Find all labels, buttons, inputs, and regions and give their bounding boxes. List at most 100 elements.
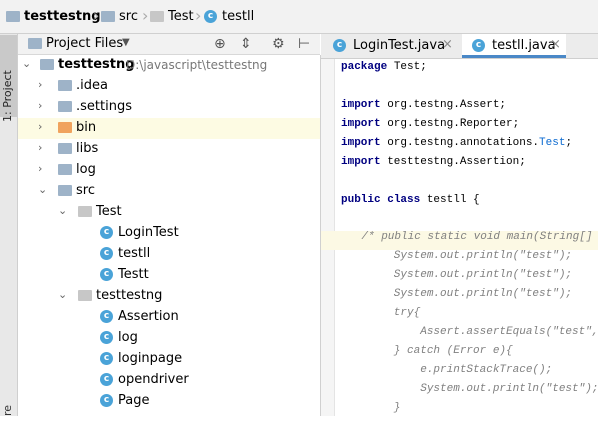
- folder-icon: [58, 164, 72, 175]
- tree-item-label: src: [76, 183, 95, 198]
- folder-icon: [58, 101, 72, 112]
- tree-item-label: Testt: [118, 267, 149, 282]
- chevron-down-icon[interactable]: ⌄: [22, 57, 31, 70]
- code-line: System.out.println("test");: [341, 269, 598, 288]
- code-comment: System.out.println("test");: [341, 269, 573, 281]
- tree-item-label: log: [118, 330, 138, 345]
- chevron-right-icon[interactable]: ›: [38, 78, 42, 91]
- code-line: e.printStackTrace();: [341, 364, 598, 383]
- chevron-down-icon[interactable]: ⌄: [58, 288, 67, 301]
- class-icon: c: [100, 373, 113, 386]
- code-line: public class testll {: [341, 194, 598, 213]
- code-comment: System.out.println("test");: [341, 383, 598, 395]
- tree-item-src[interactable]: ⌄ src: [18, 181, 320, 202]
- code-text: org.testng.annotations.: [380, 137, 540, 149]
- code-line: }: [341, 402, 598, 421]
- chevron-right-icon[interactable]: ›: [38, 99, 42, 112]
- code-text: Test;: [387, 61, 427, 73]
- code-line: System.out.println("test");: [341, 250, 598, 269]
- code-keyword: import: [341, 99, 381, 111]
- code-keyword: package: [341, 61, 388, 73]
- code-line: import testtestng.Assertion;: [341, 156, 598, 175]
- code-line: package Test;: [341, 61, 598, 80]
- chevron-down-icon[interactable]: ⌄: [58, 204, 67, 217]
- chevron-down-icon[interactable]: ⌄: [38, 183, 47, 196]
- editor-tab-bar: c LoginTest.java × c testll.java ×: [321, 34, 598, 59]
- code-editor[interactable]: package Test; import org.testng.Assert; …: [321, 59, 598, 416]
- root-path: D:\javascript\testtestng: [126, 58, 268, 72]
- folder-icon: [58, 143, 72, 154]
- chevron-right-icon[interactable]: ›: [38, 120, 42, 133]
- locate-icon[interactable]: ⊕: [214, 36, 226, 52]
- collapse-all-icon[interactable]: ⇕: [240, 36, 252, 52]
- class-icon: c: [100, 394, 113, 407]
- tree-item-log-class[interactable]: c log: [18, 328, 320, 349]
- tab-logintest[interactable]: c LoginTest.java ×: [321, 34, 461, 58]
- breadcrumb-item-class[interactable]: testll: [222, 9, 254, 24]
- tool-window-stripe: 1: Project re: [0, 34, 18, 416]
- project-tool-label[interactable]: 1: Project: [1, 70, 14, 122]
- excluded-folder-icon: [58, 122, 72, 133]
- tree-item-label: .settings: [76, 99, 132, 114]
- tree-root[interactable]: ⌄ testtestng D:\javascript\testtestng: [18, 55, 320, 76]
- class-icon: c: [100, 352, 113, 365]
- class-icon: c: [100, 247, 113, 260]
- class-icon: c: [100, 310, 113, 323]
- chevron-right-icon: ›: [93, 6, 100, 25]
- root-name: testtestng: [58, 57, 135, 72]
- code-line: try{: [341, 307, 598, 326]
- code-line-current: /* public static void main(String[] args: [321, 231, 598, 250]
- code-text: testll {: [420, 194, 480, 206]
- tree-item-settings[interactable]: › .settings: [18, 97, 320, 118]
- code-comment: try{: [341, 307, 421, 319]
- code-text: testtestng.Assertion;: [380, 156, 526, 168]
- tree-item-loginpage[interactable]: c loginpage: [18, 349, 320, 370]
- chevron-right-icon[interactable]: ›: [38, 162, 42, 175]
- breadcrumb-item-src[interactable]: src: [119, 9, 138, 24]
- tree-item-libs[interactable]: › libs: [18, 139, 320, 160]
- tree-item-log-folder[interactable]: › log: [18, 160, 320, 181]
- tree-item-label: loginpage: [118, 351, 183, 366]
- code-keyword: public: [341, 194, 381, 206]
- code-text: org.testng.Reporter;: [380, 118, 520, 130]
- breadcrumb-item-project[interactable]: testtestng: [24, 9, 101, 24]
- tree-item-testt[interactable]: c Testt: [18, 265, 320, 286]
- tree-item-testll[interactable]: c testll: [18, 244, 320, 265]
- code-comment: }: [341, 402, 401, 414]
- package-icon: [78, 290, 92, 301]
- close-icon[interactable]: ×: [442, 37, 453, 52]
- tree-item-label: .idea: [76, 78, 108, 93]
- package-icon: [150, 11, 164, 22]
- tree-item-opendriver[interactable]: c opendriver: [18, 370, 320, 391]
- tree-item-assertion[interactable]: c Assertion: [18, 307, 320, 328]
- tree-item-label: Test: [96, 204, 122, 219]
- code-comment: e.printStackTrace();: [341, 364, 553, 376]
- tree-item-package-testtestng[interactable]: ⌄ testtestng: [18, 286, 320, 307]
- code-keyword: class: [387, 194, 421, 206]
- code-text: org.testng.Assert;: [380, 99, 507, 111]
- code-comment: System.out.println("test");: [341, 288, 573, 300]
- code-keyword: import: [341, 118, 381, 130]
- breadcrumb-item-package[interactable]: Test: [168, 9, 194, 24]
- code-keyword: import: [341, 137, 381, 149]
- class-icon: c: [472, 39, 485, 52]
- chevron-down-icon[interactable]: ▼: [122, 37, 130, 48]
- gear-icon[interactable]: ⚙: [272, 36, 285, 52]
- tree-item-page[interactable]: c Page: [18, 391, 320, 412]
- tree-item-idea[interactable]: › .idea: [18, 76, 320, 97]
- code-line: import org.testng.annotations.Test;: [341, 137, 598, 156]
- project-view-title[interactable]: Project Files: [46, 36, 123, 51]
- tab-testll[interactable]: c testll.java ×: [462, 34, 566, 58]
- breadcrumb: testtestng › src › Test › c testll: [0, 0, 598, 34]
- close-icon[interactable]: ×: [550, 37, 561, 52]
- tree-item-label: bin: [76, 120, 97, 135]
- tree-item-bin[interactable]: › bin: [18, 118, 320, 139]
- tree-item-logintest[interactable]: c LoginTest: [18, 223, 320, 244]
- chevron-right-icon[interactable]: ›: [38, 141, 42, 154]
- hide-icon[interactable]: ⊢: [298, 36, 310, 52]
- tree-item-package-test[interactable]: ⌄ Test: [18, 202, 320, 223]
- structure-tool-label[interactable]: re: [1, 405, 14, 416]
- tree-item-label: testll: [118, 246, 151, 261]
- tree-item-label: Page: [118, 393, 150, 408]
- class-icon: c: [100, 331, 113, 344]
